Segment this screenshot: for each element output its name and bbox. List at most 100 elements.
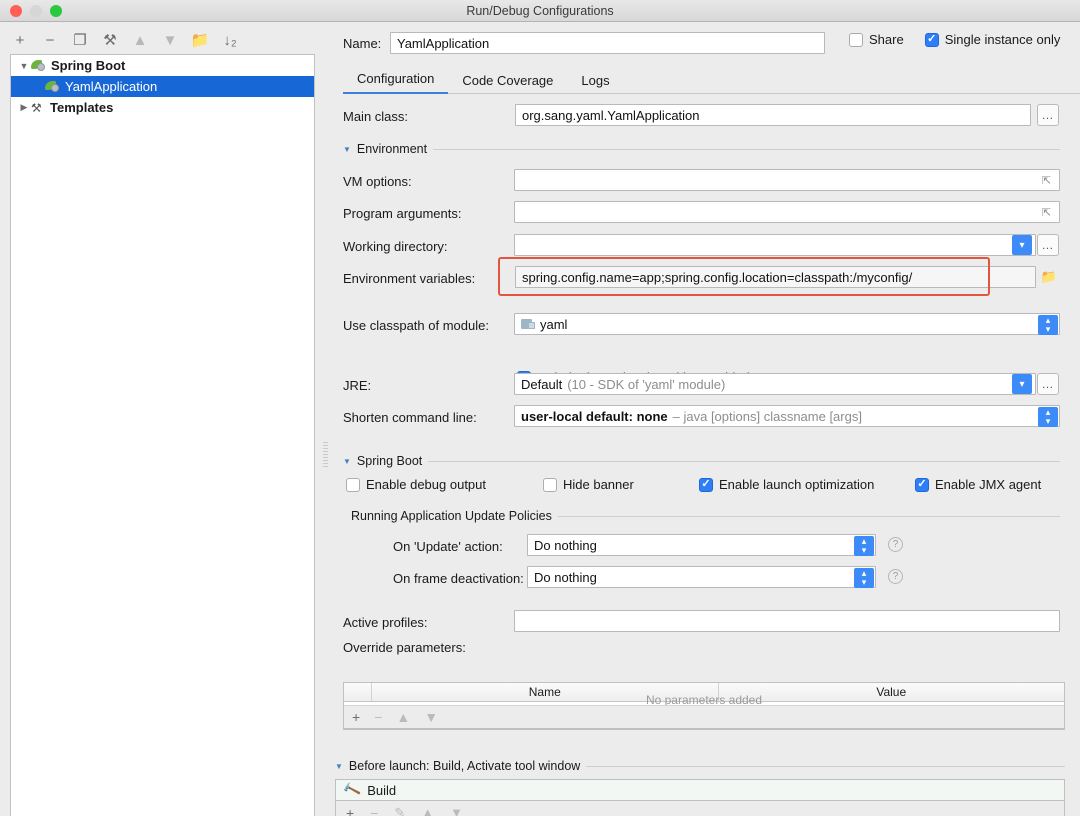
tree-item-yamlapplication[interactable]: YamlApplication <box>11 76 314 97</box>
new-folder-icon[interactable]: 📁 <box>191 32 210 48</box>
jre-dropdown-icon[interactable]: ▾ <box>1012 374 1032 394</box>
shorten-command-line-combobox[interactable]: user-local default: none – java [options… <box>514 405 1060 427</box>
program-arguments-label: Program arguments: <box>343 206 462 221</box>
spring-boot-section-label: Spring Boot <box>356 454 423 468</box>
jre-browse-button[interactable]: … <box>1037 373 1059 395</box>
before-launch-toolbar: + − ✎ ▲ ▼ <box>335 801 1065 816</box>
single-instance-checkbox[interactable] <box>924 32 939 47</box>
edit-task-icon[interactable]: ✎ <box>394 805 405 816</box>
jre-hint: (10 - SDK of 'yaml' module) <box>567 376 726 392</box>
on-frame-deactivation-combobox[interactable]: Do nothing ▴ ▾ <box>527 566 876 588</box>
share-checkbox-wrap[interactable]: Share <box>849 32 904 47</box>
enable-debug-output-checkbox[interactable] <box>346 477 360 492</box>
move-up-icon[interactable]: ▲ <box>132 32 148 48</box>
classpath-module-label: Use classpath of module: <box>343 318 489 333</box>
chevron-down-icon[interactable]: ▼ <box>343 457 351 466</box>
tab-logs[interactable]: Logs <box>567 70 623 94</box>
configurations-toolbar: + − ❐ ⚒ ▲ ▼ 📁 ↓₂ <box>0 28 322 52</box>
classpath-module-value: yaml <box>540 316 568 332</box>
add-task-icon[interactable]: + <box>346 805 354 816</box>
move-task-down-icon[interactable]: ▼ <box>450 805 463 816</box>
tree-item-spring-boot[interactable]: ▼ Spring Boot <box>11 55 314 76</box>
environment-variables-label: Environment variables: <box>343 271 476 286</box>
copy-icon[interactable]: ❐ <box>72 32 88 48</box>
build-hammer-icon: 🔨 <box>341 779 363 800</box>
remove-task-icon[interactable]: − <box>370 805 378 816</box>
on-frame-deactivation-value: Do nothing <box>534 569 597 585</box>
panel-splitter[interactable] <box>322 22 330 816</box>
module-icon <box>521 318 535 330</box>
splitter-grip[interactable] <box>323 442 328 468</box>
vm-options-input[interactable]: ⇱ <box>514 169 1060 191</box>
remove-param-icon[interactable]: − <box>374 709 382 725</box>
expand-icon[interactable]: ⇱ <box>1040 174 1053 187</box>
zoom-window-button[interactable] <box>50 4 62 17</box>
minimize-window-button[interactable] <box>30 4 42 17</box>
enable-jmx-agent-checkbox[interactable] <box>915 477 929 492</box>
add-icon[interactable]: + <box>12 32 28 48</box>
hide-banner-label: Hide banner <box>563 477 634 492</box>
hide-banner-checkbox-wrap[interactable]: Hide banner <box>543 477 634 492</box>
edit-templates-icon[interactable]: ⚒ <box>102 32 118 48</box>
chevron-down-icon[interactable]: ▼ <box>343 145 351 154</box>
move-task-up-icon[interactable]: ▲ <box>421 805 434 816</box>
chevron-down-icon[interactable]: ▼ <box>335 762 343 771</box>
working-directory-browse-button[interactable]: … <box>1037 234 1059 256</box>
chevron-right-icon[interactable]: ▶ <box>17 102 31 113</box>
on-update-action-spinner-icon[interactable]: ▴ ▾ <box>854 536 874 556</box>
remove-icon[interactable]: − <box>42 32 58 48</box>
move-param-down-icon[interactable]: ▼ <box>424 709 438 725</box>
before-launch-label: Before launch: Build, Activate tool wind… <box>348 759 581 773</box>
move-down-icon[interactable]: ▼ <box>162 32 178 48</box>
on-frame-deactivation-spinner-icon[interactable]: ▴ ▾ <box>854 568 874 588</box>
enable-debug-output-checkbox-wrap[interactable]: Enable debug output <box>346 477 486 492</box>
section-divider <box>586 765 1065 767</box>
working-directory-input[interactable] <box>514 234 1036 256</box>
tab-code-coverage[interactable]: Code Coverage <box>448 70 567 94</box>
single-instance-checkbox-wrap[interactable]: Single instance only <box>924 32 1060 47</box>
main-class-input[interactable]: org.sang.yaml.YamlApplication <box>515 104 1031 126</box>
hide-banner-checkbox[interactable] <box>543 477 557 492</box>
shorten-command-line-spinner-icon[interactable]: ▴ ▾ <box>1038 407 1058 427</box>
tree-item-templates[interactable]: ▶ ⚒ Templates <box>11 97 314 118</box>
environment-section-header[interactable]: ▼ Environment <box>343 142 1060 156</box>
classpath-module-combobox[interactable]: yaml ▴ ▾ <box>514 313 1060 335</box>
table-empty-message: No parameters added <box>645 693 763 705</box>
before-launch-task-list[interactable]: 🔨 Build <box>335 779 1065 801</box>
environment-variables-browse-icon[interactable]: 📁 <box>1039 267 1059 287</box>
move-param-up-icon[interactable]: ▲ <box>396 709 410 725</box>
configuration-tabs: Configuration Code Coverage Logs <box>343 67 1080 94</box>
before-launch-header[interactable]: ▼ Before launch: Build, Activate tool wi… <box>335 759 1065 773</box>
spring-boot-section-header[interactable]: ▼ Spring Boot <box>343 454 1060 468</box>
shorten-command-line-label: Shorten command line: <box>343 410 477 425</box>
jre-combobox[interactable]: Default (10 - SDK of 'yaml' module) <box>514 373 1036 395</box>
wrench-icon: ⚒ <box>31 100 42 115</box>
enable-jmx-agent-checkbox-wrap[interactable]: Enable JMX agent <box>915 477 1041 492</box>
spring-boot-icon <box>31 59 46 73</box>
override-parameters-label: Override parameters: <box>343 640 466 655</box>
vm-options-label: VM options: <box>343 174 412 189</box>
expand-icon[interactable]: ⇱ <box>1040 206 1053 219</box>
on-frame-deactivation-help-icon[interactable]: ? <box>888 569 903 584</box>
configurations-tree[interactable]: ▼ Spring Boot YamlApplication ▶ ⚒ Templa… <box>10 54 315 816</box>
sort-icon[interactable]: ↓₂ <box>222 32 238 48</box>
active-profiles-input[interactable] <box>514 610 1060 632</box>
name-input[interactable]: YamlApplication <box>390 32 825 54</box>
program-arguments-input[interactable]: ⇱ <box>514 201 1060 223</box>
add-param-icon[interactable]: + <box>352 709 360 725</box>
share-checkbox[interactable] <box>849 32 863 47</box>
shorten-command-line-hint: – java [options] classname [args] <box>672 408 862 424</box>
enable-launch-optimization-checkbox[interactable] <box>699 477 713 492</box>
on-update-action-help-icon[interactable]: ? <box>888 537 903 552</box>
working-directory-label: Working directory: <box>343 239 448 254</box>
chevron-down-icon[interactable]: ▼ <box>17 61 31 71</box>
classpath-module-spinner-icon[interactable]: ▴ ▾ <box>1038 315 1058 335</box>
main-class-browse-button[interactable]: … <box>1037 104 1059 126</box>
working-directory-dropdown-icon[interactable]: ▾ <box>1012 235 1032 255</box>
on-update-action-combobox[interactable]: Do nothing ▴ ▾ <box>527 534 876 556</box>
main-class-label: Main class: <box>343 109 409 124</box>
close-window-button[interactable] <box>10 4 22 17</box>
window-title: Run/Debug Configurations <box>466 3 614 18</box>
tab-configuration[interactable]: Configuration <box>343 68 449 94</box>
enable-launch-optimization-checkbox-wrap[interactable]: Enable launch optimization <box>699 477 874 492</box>
